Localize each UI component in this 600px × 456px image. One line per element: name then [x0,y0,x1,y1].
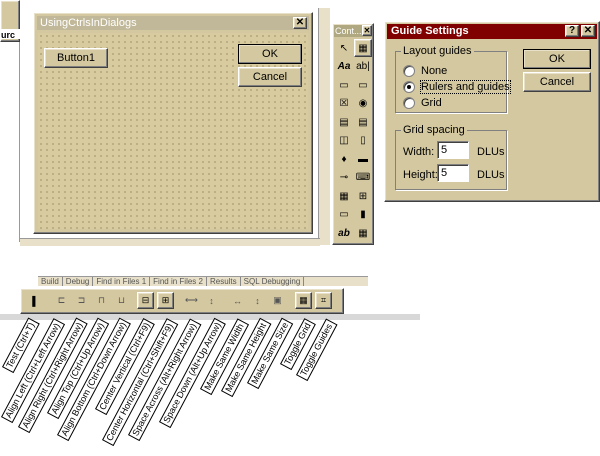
layout-toolbar[interactable]: ▌ ⊏ ⊐ ⊓ ⊔ ⊟ ⊞ ⟷ ↕ ↔ ↕ ▣ ▦ ⌗ [20,288,344,314]
rich-edit-icon[interactable]: ab [335,224,353,242]
dialog-title-bar[interactable]: UsingCtrlsInDialogs ✕ [37,16,309,30]
same-width-icon[interactable]: ↔ [229,292,246,309]
controls-palette[interactable]: Cont... ✕ ↖ ▦ Aa ab| ▭ ▭ ☒ ◉ ▤ ▤ ◫ ▯ ♦ ▬ ⊸ ⌨ ▦ ⊞ ▭ ▮ ab ▦ [332,23,374,245]
toggle-guides-icon[interactable]: ⌗ [315,292,332,309]
output-tabs: Build Debug Find in Files 1 Find in Files 2… [38,276,368,286]
width-label: Width: [403,146,435,158]
center-horizontal-icon[interactable]: ⊞ [157,292,174,309]
left-panel-lower [0,42,20,242]
space-across-icon[interactable]: ⟷ [183,292,200,309]
list-control-icon[interactable]: ▦ [335,187,353,205]
tree-control-icon[interactable]: ⊞ [354,187,372,205]
test-icon[interactable]: ▌ [27,292,44,309]
grid-spacing-label: Grid spacing [401,124,467,136]
align-top-icon[interactable]: ⊓ [93,292,110,309]
same-height-icon[interactable]: ↕ [249,292,266,309]
dialog-title: UsingCtrlsInDialogs [40,17,137,29]
same-size-icon[interactable]: ▣ [269,292,286,309]
dialog-editor[interactable]: UsingCtrlsInDialogs ✕ Button1 OK Cancel [33,12,313,234]
radio-rulers-indicator[interactable] [403,81,415,93]
layout-guides-label: Layout guides [401,45,474,57]
palette-title-bar[interactable]: Cont... ✕ [334,25,372,37]
height-unit: DLUs [477,169,505,181]
guide-settings-title: Guide Settings [391,25,469,37]
palette-close-icon[interactable]: ✕ [362,25,372,36]
radio-grid[interactable]: Grid [403,97,442,109]
hotkey-icon[interactable]: ⌨ [354,169,372,187]
left-panel: urc [0,0,21,42]
ok-button[interactable]: OK [238,44,302,64]
output-tab[interactable]: Debug [63,277,94,286]
progress-icon[interactable]: ▬ [354,150,372,168]
height-input[interactable]: 5 [437,164,469,182]
checkbox-icon[interactable]: ☒ [335,95,353,113]
guide-ok-button[interactable]: OK [523,49,591,69]
guide-settings-title-bar[interactable]: Guide Settings ? ✕ [387,24,597,39]
guide-cancel-button[interactable]: Cancel [523,72,591,92]
align-left-icon[interactable]: ⊏ [53,292,70,309]
guide-close-icon[interactable]: ✕ [581,25,595,37]
center-vertical-icon[interactable]: ⊟ [137,292,154,309]
palette-tools: ↖ ▦ Aa ab| ▭ ▭ ☒ ◉ ▤ ▤ ◫ ▯ ♦ ▬ ⊸ ⌨ ▦ ⊞ ▭ ▮ ab ▦ [335,39,373,243]
toggle-grid-icon[interactable]: ▦ [295,292,312,309]
toolbar-buttons: ▌ ⊏ ⊐ ⊓ ⊔ ⊟ ⊞ ⟷ ↕ ↔ ↕ ▣ ▦ ⌗ [25,292,343,312]
space-down-icon[interactable]: ↕ [203,292,220,309]
output-tab[interactable]: Results [207,277,241,286]
width-unit: DLUs [477,146,505,158]
radio-rulers[interactable]: Rulers and guides [403,80,511,94]
radio-none-indicator[interactable] [403,65,415,77]
truncated-label: urc [1,29,21,40]
close-icon[interactable]: ✕ [293,17,307,29]
toolbar-shadow [0,314,420,320]
static-text-icon[interactable]: Aa [335,58,353,76]
editor-right-scrollbar[interactable] [318,8,330,245]
guide-settings-dialog[interactable]: Guide Settings ? ✕ Layout guides None Ru… [384,21,600,202]
tabs-container: Build Debug Find in Files 1 Find in Files 2… [38,277,305,286]
edit-box-icon[interactable]: ab| [354,58,372,76]
radio-icon[interactable]: ◉ [354,95,372,113]
group-box-icon[interactable]: ▭ [335,76,353,94]
align-bottom-icon[interactable]: ⊔ [113,292,130,309]
radio-none[interactable]: None [403,65,447,77]
radio-grid-indicator[interactable] [403,97,415,109]
v-scroll-icon[interactable]: ▯ [354,132,372,150]
picture-icon[interactable]: ▦ [354,39,372,57]
button-icon[interactable]: ▭ [354,76,372,94]
list-box-icon[interactable]: ▤ [354,113,372,131]
width-input[interactable]: 5 [437,141,469,159]
output-tab[interactable]: Build [38,277,63,286]
height-label: Height: [403,169,438,181]
pointer-icon[interactable]: ↖ [335,39,353,57]
align-right-icon[interactable]: ⊐ [73,292,90,309]
tab-control-icon[interactable]: ▭ [335,206,353,224]
spin-icon[interactable]: ♦ [335,150,353,168]
cancel-button[interactable]: Cancel [238,67,302,87]
combo-box-icon[interactable]: ▤ [335,113,353,131]
button1[interactable]: Button1 [44,48,108,68]
help-icon[interactable]: ? [565,25,579,37]
h-scroll-icon[interactable]: ◫ [335,132,353,150]
output-tab[interactable]: Find in Files 1 [93,277,151,286]
slider-icon[interactable]: ⊸ [335,169,353,187]
animate-icon[interactable]: ▮ [354,206,372,224]
output-tab[interactable]: SQL Debugging [241,277,305,286]
date-picker-icon[interactable]: ▦ [354,224,372,242]
output-tab[interactable]: Find in Files 2 [150,277,207,286]
editor-bottom-scrollbar[interactable] [20,238,320,246]
